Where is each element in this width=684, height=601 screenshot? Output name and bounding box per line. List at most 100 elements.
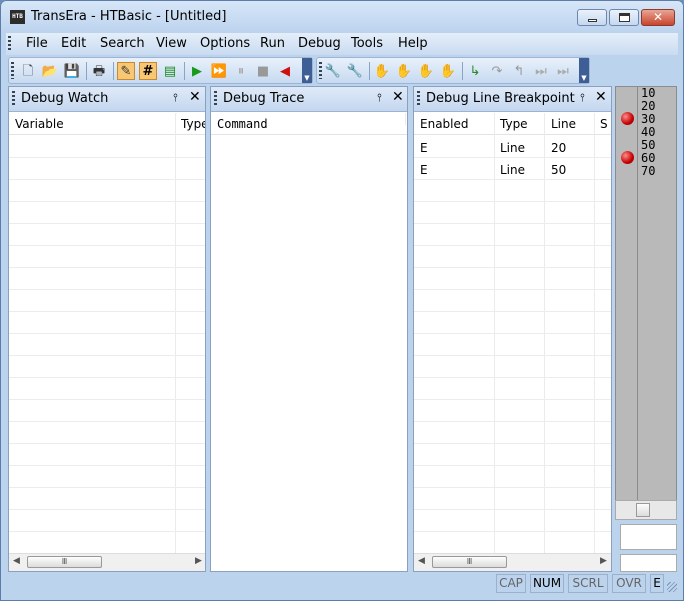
grid-row-line [414,267,611,268]
grid-row-line [414,245,611,246]
debug-watch-panel: Debug Watch ⫯ ✕ Variable Type ◀ Ⅲ ▶ [8,86,206,572]
scroll-thumb[interactable]: Ⅲ [432,556,507,568]
grid-row-line [414,333,611,334]
print-icon[interactable]: 🖶 [90,62,108,80]
toolbar-separator [184,62,185,80]
panel-header[interactable]: Debug Trace ⫯ ✕ [211,87,407,112]
panel-grip[interactable] [214,91,217,107]
grid-row-line [9,201,205,202]
panel-close-icon[interactable]: ✕ [392,89,404,105]
menu-search[interactable]: Search [100,36,145,51]
skip-icon[interactable]: ⏭ [554,62,572,80]
menu-grip[interactable] [8,36,11,52]
panel-close-icon[interactable]: ✕ [595,89,607,105]
clear-breakpoints-icon[interactable]: 🔧 [346,62,364,80]
column-header-enabled[interactable]: Enabled [420,117,469,131]
debug-breakpoint-panel: Debug Line Breakpoint ⫯ ✕ Enabled Type L… [413,86,612,572]
breakpoint-marker-icon[interactable] [621,151,634,164]
grid-row-line [414,377,611,378]
column-header-type[interactable]: Type [181,117,205,131]
maximize-icon [619,13,630,22]
menu-debug[interactable]: Debug [298,36,341,51]
toolbar-grip[interactable] [319,62,322,79]
grid-row-line [414,531,611,532]
cell-line: 20 [551,141,567,155]
run-icon[interactable]: ▶ [188,62,206,80]
save-icon[interactable]: 💾 [63,62,81,80]
table-row[interactable]: E Line 50 [414,159,611,181]
menu-edit[interactable]: Edit [61,36,86,51]
breakpoint-marker-icon[interactable] [621,112,634,125]
console-icon[interactable]: ▤ [161,62,179,80]
grid-row-line [9,465,205,466]
grid-row-line [9,245,205,246]
command-input[interactable] [620,524,677,550]
column-header-s[interactable]: S [600,117,608,131]
pin-icon[interactable]: ⫯ [173,91,178,105]
scroll-right-icon[interactable]: ▶ [195,556,202,566]
edit-mode-icon[interactable]: ✎ [117,62,135,80]
hand-cancel-icon[interactable]: ✋ [395,62,413,80]
panel-header[interactable]: Debug Watch ⫯ ✕ [9,87,205,112]
menu-options[interactable]: Options [200,36,250,51]
column-header-line[interactable]: Line [551,117,576,131]
reset-icon[interactable]: ◀ [276,62,294,80]
table-row[interactable]: E Line 20 [414,137,611,159]
hand-globe-icon[interactable]: ✋ [439,62,457,80]
menu-file[interactable]: File [26,36,48,51]
toggle-breakpoint-icon[interactable]: 🔧 [324,62,342,80]
hand-icon[interactable]: ✋ [373,62,391,80]
column-header-variable[interactable]: Variable [15,117,64,131]
grid-row-line [9,223,205,224]
horizontal-scrollbar[interactable]: ◀ Ⅲ ▶ [414,553,611,571]
menu-help[interactable]: Help [398,36,428,51]
column-header-row: Command [211,113,407,135]
menu-view[interactable]: View [156,36,187,51]
grid-row-line [9,509,205,510]
resize-grip-icon[interactable] [667,582,677,592]
pause-icon[interactable]: ⏸ [232,62,250,80]
toolbar-overflow-button[interactable]: ▼ [579,58,589,83]
app-icon[interactable]: HTB [10,10,25,24]
panel-header[interactable]: Debug Line Breakpoint ⫯ ✕ [414,87,611,112]
horizontal-scrollbar[interactable]: ◀ Ⅲ ▶ [9,553,205,571]
toolbar-overflow-button[interactable]: ▼ [302,58,312,83]
cell-enabled: E [420,141,428,155]
step-into-icon[interactable]: ↳ [466,62,484,80]
scroll-thumb[interactable]: Ⅲ [27,556,102,568]
line-numbers-icon[interactable]: # [139,62,157,80]
status-cap: CAP [496,574,526,593]
line-number[interactable]: 70 [641,165,655,178]
step-over-icon[interactable]: ↷ [488,62,506,80]
pin-icon[interactable]: ⫯ [580,91,585,105]
step-out-icon[interactable]: ↰ [510,62,528,80]
column-header-command[interactable]: Command [217,117,268,131]
scroll-right-icon[interactable]: ▶ [600,556,607,566]
minimize-button[interactable] [577,9,607,26]
hand-gesture-icon[interactable]: ✋ [417,62,435,80]
stop-icon[interactable]: ■ [254,62,272,80]
column-header-type[interactable]: Type [500,117,528,131]
grid-row-line [9,289,205,290]
panel-close-icon[interactable]: ✕ [189,89,201,105]
toolbar-grip[interactable] [11,62,14,79]
menu-run[interactable]: Run [260,36,285,51]
maximize-button[interactable] [609,9,639,26]
panel-grip[interactable] [417,91,420,107]
gutter-scrollbar[interactable] [615,500,677,520]
continue-icon[interactable]: ⏩ [210,62,228,80]
scroll-left-icon[interactable]: ◀ [418,556,425,566]
panel-grip[interactable] [12,91,15,107]
open-icon[interactable]: 📂 [41,62,59,80]
output-line[interactable] [620,554,677,572]
cell-type: Line [500,141,526,155]
scroll-thumb[interactable] [636,503,650,517]
close-button[interactable]: ✕ [641,9,675,26]
panel-title: Debug Trace [223,91,305,106]
run-to-cursor-icon[interactable]: ⏭ [532,62,550,80]
new-icon[interactable]: 🗋 [19,62,37,80]
scroll-left-icon[interactable]: ◀ [13,556,20,566]
grid-row-line [9,311,205,312]
menu-tools[interactable]: Tools [351,36,383,51]
pin-icon[interactable]: ⫯ [377,91,382,105]
